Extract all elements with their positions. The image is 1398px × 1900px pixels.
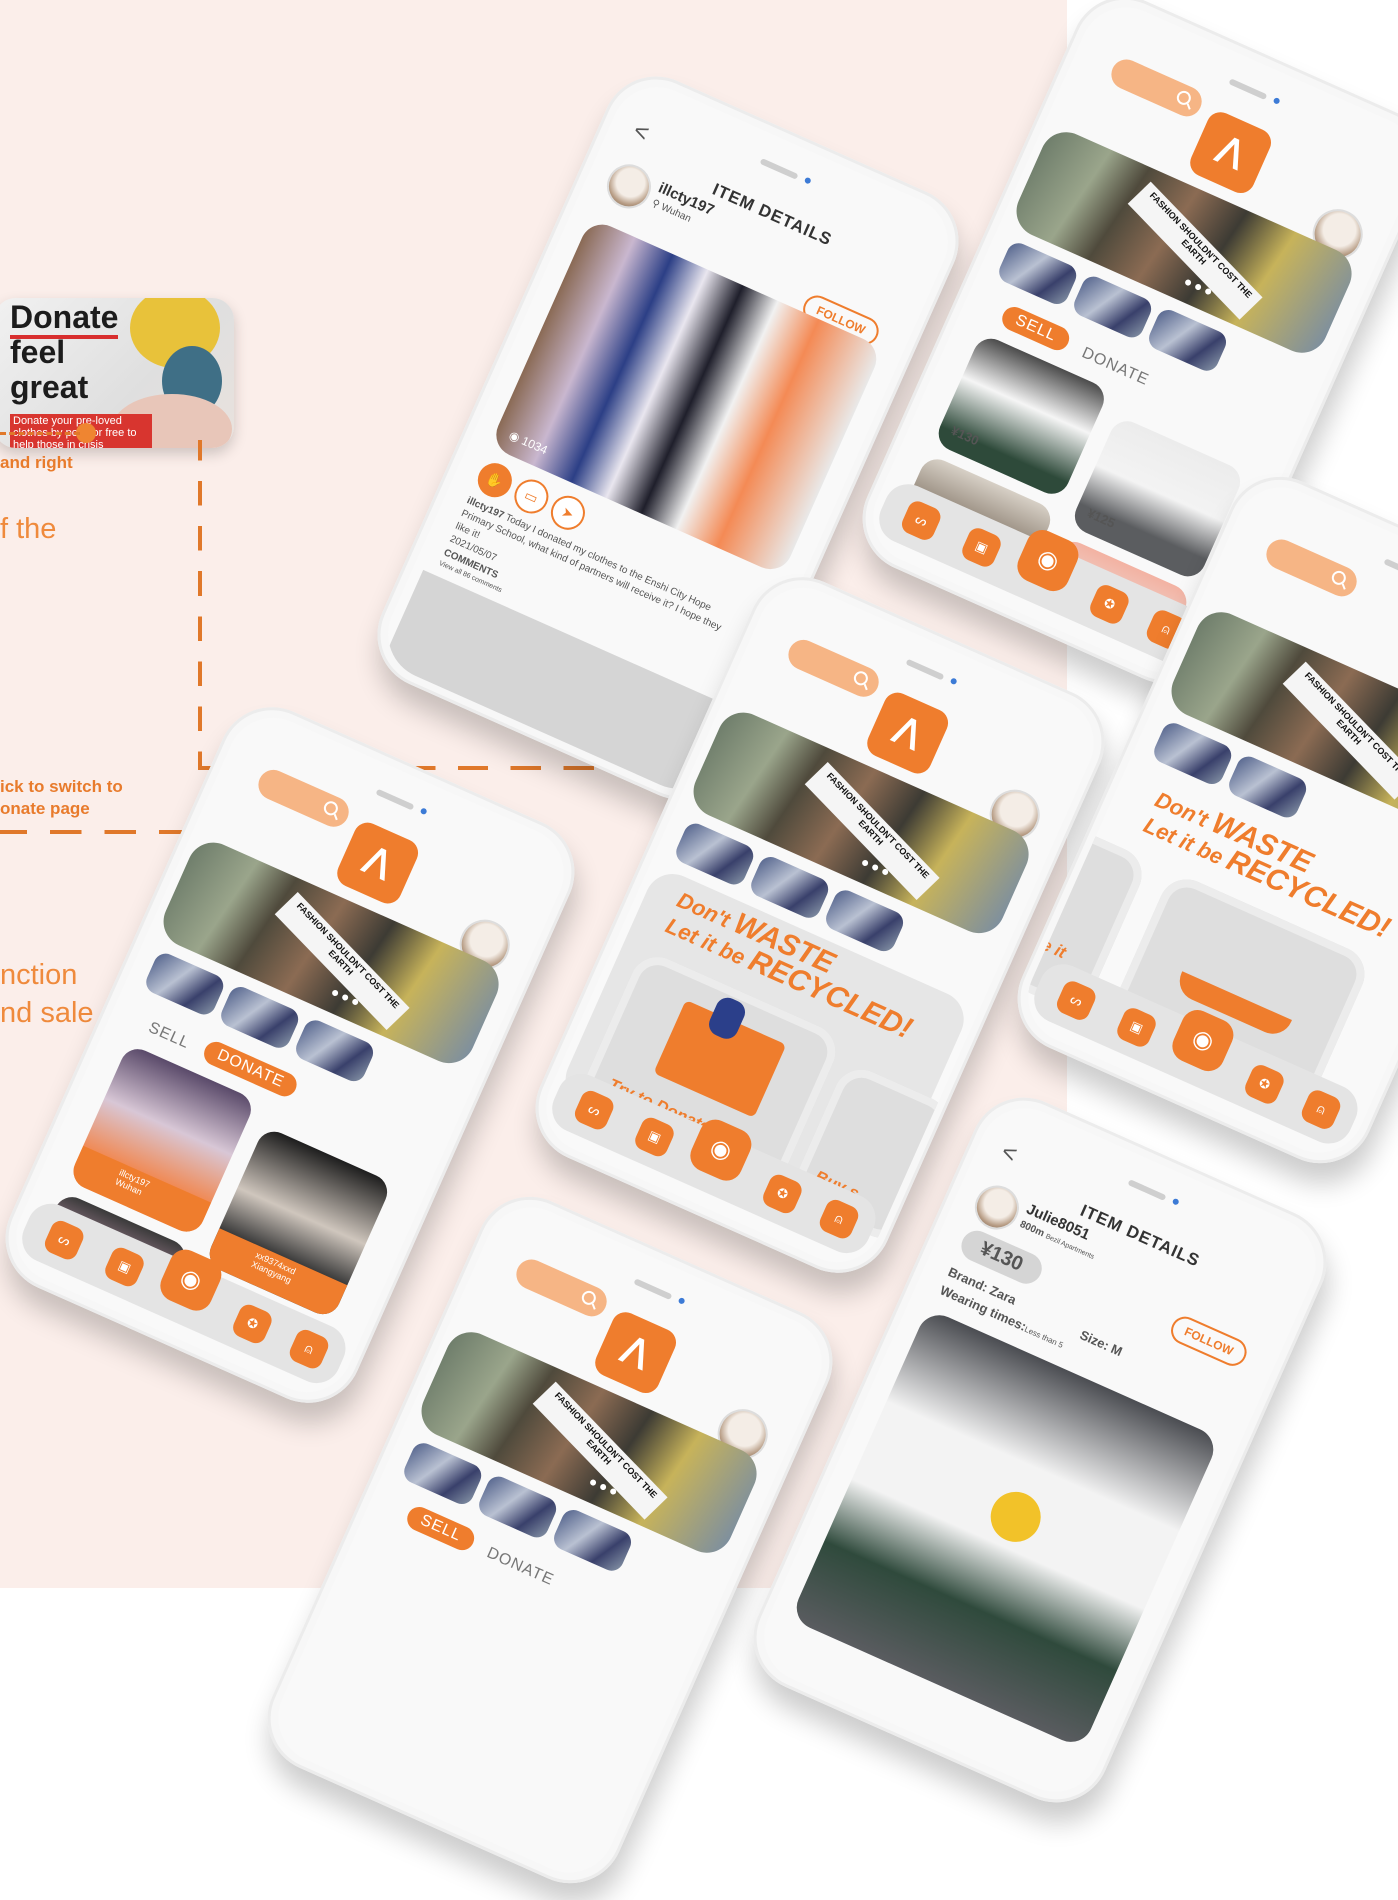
send-icon[interactable]: ➤ bbox=[545, 490, 591, 536]
search-icon bbox=[321, 799, 341, 818]
note-swipe: and right bbox=[0, 453, 73, 472]
search-input[interactable] bbox=[253, 765, 354, 832]
camera-dot bbox=[1171, 1197, 1180, 1206]
chevron-left-icon[interactable]: < bbox=[997, 1138, 1021, 1169]
clothes-rack-photo[interactable]: ◉ 1034 bbox=[489, 217, 884, 577]
community-icon[interactable]: ᔕ bbox=[898, 498, 944, 544]
camera-dot bbox=[1272, 96, 1281, 105]
donate-banner-card[interactable]: Donate feel great Donate your pre-loved … bbox=[0, 298, 234, 448]
hanger-icon: ᐱ bbox=[590, 1307, 681, 1398]
banner-sign: FASHION SHOULDN'T COST THE EARTH bbox=[532, 1381, 668, 1520]
size: Size: M bbox=[1077, 1327, 1125, 1360]
search-input[interactable] bbox=[783, 635, 884, 702]
box-icon[interactable]: ▣ bbox=[632, 1114, 677, 1160]
page-title: ITEM DETAILS bbox=[1077, 1200, 1203, 1271]
donate-card-title: Donate feel great bbox=[10, 299, 119, 405]
person-icon[interactable]: ⍝ bbox=[286, 1326, 332, 1372]
search-input[interactable] bbox=[1261, 534, 1362, 602]
box-icon[interactable]: ▣ bbox=[1114, 1004, 1159, 1050]
connector-line bbox=[0, 432, 80, 435]
speaker bbox=[633, 1278, 673, 1301]
person-icon[interactable]: ⍝ bbox=[1298, 1087, 1344, 1133]
search-input[interactable] bbox=[1106, 54, 1207, 122]
camera-dot bbox=[677, 1296, 686, 1305]
note-function-1: nction bbox=[0, 959, 78, 991]
search-icon bbox=[579, 1288, 599, 1308]
chevron-left-icon[interactable]: < bbox=[629, 117, 653, 148]
product-price: ¥130 bbox=[948, 422, 982, 449]
speaker bbox=[905, 658, 945, 681]
banner-sign: FASHION SHOULDN'T COST THE EARTH bbox=[804, 761, 940, 900]
search-icon bbox=[1329, 568, 1349, 588]
camera-dot bbox=[949, 677, 958, 686]
note-function-2: nd sale bbox=[0, 997, 94, 1029]
speaker bbox=[1228, 78, 1268, 101]
views-count: ◉ 1034 bbox=[506, 427, 550, 458]
chat-bubble-icon[interactable]: ▭ bbox=[508, 474, 554, 519]
note-switch-1: ick to switch to bbox=[0, 777, 123, 796]
camera-dot bbox=[803, 176, 812, 185]
person-icon[interactable]: ⍝ bbox=[816, 1196, 862, 1242]
hanger-icon: ᐱ bbox=[862, 688, 953, 778]
search-input[interactable] bbox=[511, 1254, 612, 1322]
tab-donate[interactable]: DONATE bbox=[484, 1544, 556, 1590]
community-icon[interactable]: ᔕ bbox=[571, 1087, 617, 1133]
camera-icon[interactable]: ◉ bbox=[1012, 524, 1084, 597]
speaker bbox=[1127, 1179, 1167, 1201]
banner-sign: FASHION SHOULDN'T COST THE EARTH bbox=[274, 891, 410, 1030]
speaker bbox=[1383, 558, 1398, 581]
community-icon[interactable]: ᔕ bbox=[41, 1217, 87, 1263]
connector-vertical-1 bbox=[198, 440, 202, 768]
tshirt-logo bbox=[982, 1483, 1049, 1550]
camera-dot bbox=[419, 807, 428, 816]
hand-icon[interactable]: ✋ bbox=[472, 457, 518, 503]
badge-icon[interactable]: ✪ bbox=[1241, 1061, 1287, 1107]
note-switch-2: onate page bbox=[0, 799, 90, 818]
badge-icon[interactable]: ✪ bbox=[759, 1171, 805, 1217]
community-icon[interactable]: ᔕ bbox=[1053, 978, 1099, 1024]
hanger-icon: ᐱ bbox=[332, 818, 423, 908]
follow-button[interactable]: FOLLOW bbox=[1166, 1312, 1252, 1371]
tab-sell[interactable]: SELL bbox=[145, 1019, 192, 1053]
search-icon bbox=[1174, 88, 1194, 108]
box-icon[interactable]: ▣ bbox=[102, 1244, 147, 1290]
badge-icon[interactable]: ✪ bbox=[1086, 581, 1132, 627]
search-icon bbox=[851, 669, 871, 688]
page-title: ITEM DETAILS bbox=[709, 179, 835, 250]
box-icon[interactable]: ▣ bbox=[959, 524, 1004, 570]
speaker bbox=[375, 788, 415, 811]
banner-sign: FASHION SHOULDN'T COST THE EARTH bbox=[1127, 181, 1263, 320]
hanger-icon: ᐱ bbox=[1185, 107, 1276, 198]
badge-icon[interactable]: ✪ bbox=[229, 1301, 275, 1347]
product-price: ¥125 bbox=[1084, 505, 1118, 531]
connector-horizontal-2 bbox=[0, 830, 182, 834]
note-the: f the bbox=[0, 513, 57, 545]
speaker bbox=[759, 158, 799, 180]
